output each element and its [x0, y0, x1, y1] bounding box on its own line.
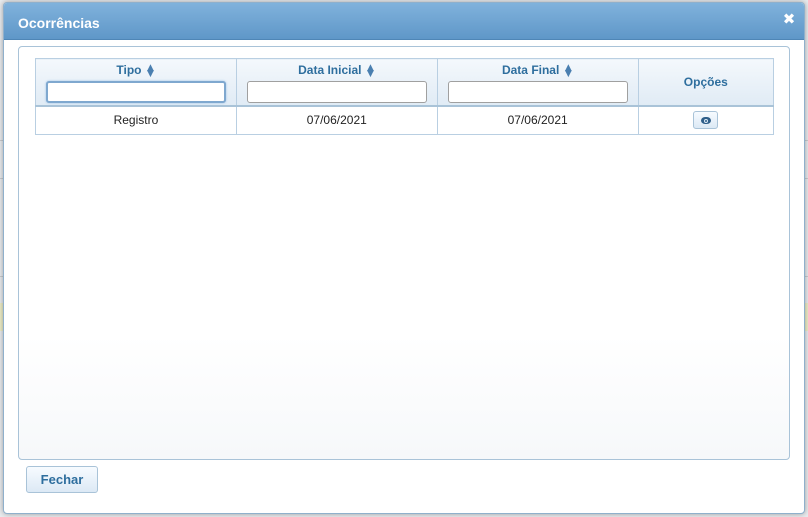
column-label: Data Inicial [298, 63, 362, 77]
close-icon[interactable]: ✖ [781, 11, 797, 27]
cell-opcoes [637, 105, 775, 135]
dialog-title: Ocorrências [18, 15, 100, 31]
filter-input-tipo[interactable] [45, 81, 226, 103]
eye-icon [701, 117, 712, 125]
sort-icon[interactable]: ▲ ▼ [145, 63, 155, 78]
view-button[interactable] [693, 111, 719, 130]
column-header-data-final[interactable]: Data Final ▲ ▼ [436, 58, 639, 107]
column-label: Tipo [116, 63, 142, 77]
content-panel: Tipo ▲ ▼ Data Inicial ▲ ▼ Data Final ▲ ▼ Opçõe… [18, 46, 790, 460]
fechar-button[interactable]: Fechar [26, 466, 98, 493]
table-row[interactable]: Registro 07/06/2021 07/06/2021 [35, 105, 775, 135]
table-header-row: Tipo ▲ ▼ Data Inicial ▲ ▼ Data Final ▲ ▼ Opçõe… [35, 58, 775, 107]
cell-data-final: 07/06/2021 [436, 105, 639, 135]
cell-data-inicial: 07/06/2021 [235, 105, 438, 135]
column-header-tipo[interactable]: Tipo ▲ ▼ [35, 58, 237, 107]
column-label: Opções [683, 74, 728, 89]
cell-tipo: Registro [35, 105, 237, 135]
filter-input-data-inicial[interactable] [246, 81, 427, 103]
ocorrencias-dialog: Ocorrências ✖ Tipo▲▼ Data Inicial▲▼ [3, 2, 805, 514]
column-label: Data Final [501, 63, 560, 77]
ocorrencias-table: Tipo ▲ ▼ Data Inicial ▲ ▼ Data Final ▲ ▼ Opçõe… [35, 58, 775, 135]
column-header-opcoes: Opções [637, 58, 775, 107]
sort-icon[interactable]: ▲ ▼ [365, 63, 375, 78]
column-header-data-inicial[interactable]: Data Inicial ▲ ▼ [235, 58, 438, 107]
dialog-titlebar[interactable]: Ocorrências ✖ [4, 3, 804, 40]
filter-input-data-final[interactable] [447, 81, 628, 103]
sort-icon[interactable]: ▲ ▼ [563, 63, 573, 78]
